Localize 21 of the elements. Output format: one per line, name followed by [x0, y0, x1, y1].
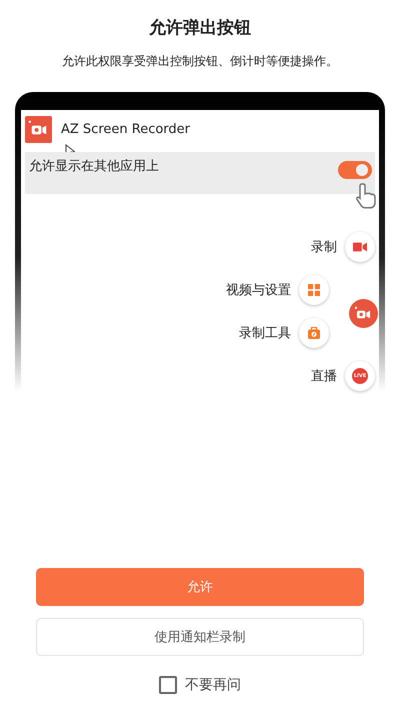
menu-label: 直播 [311, 368, 337, 384]
menu-action-button[interactable] [299, 318, 329, 348]
menu-action-button[interactable] [345, 232, 375, 262]
dialog-title: 允许弹出按钮 [149, 17, 251, 39]
video-camera-icon [353, 240, 367, 252]
grid-icon [307, 284, 321, 296]
app-name: AZ Screen Recorder [61, 122, 190, 138]
floating-record-button[interactable] [349, 299, 378, 328]
camera-icon [354, 306, 373, 321]
toolbox-icon [307, 326, 321, 338]
checkbox[interactable] [159, 676, 177, 694]
notification-record-button[interactable]: 使用通知栏录制 [36, 618, 364, 656]
menu-action-button[interactable] [299, 274, 329, 304]
checkbox-label: 不要再问 [185, 676, 241, 694]
menu-label: 视频与设置 [226, 282, 291, 298]
setting-label: 允许显示在其他应用上 [29, 158, 159, 175]
menu-label: 录制工具 [239, 324, 291, 342]
camera-icon [25, 116, 52, 144]
menu-label: 录制 [311, 238, 337, 256]
dialog-description: 允许此权限享受弹出控制按钮、倒计时等便捷操作。 [62, 53, 338, 70]
toggle-switch[interactable] [338, 161, 372, 180]
